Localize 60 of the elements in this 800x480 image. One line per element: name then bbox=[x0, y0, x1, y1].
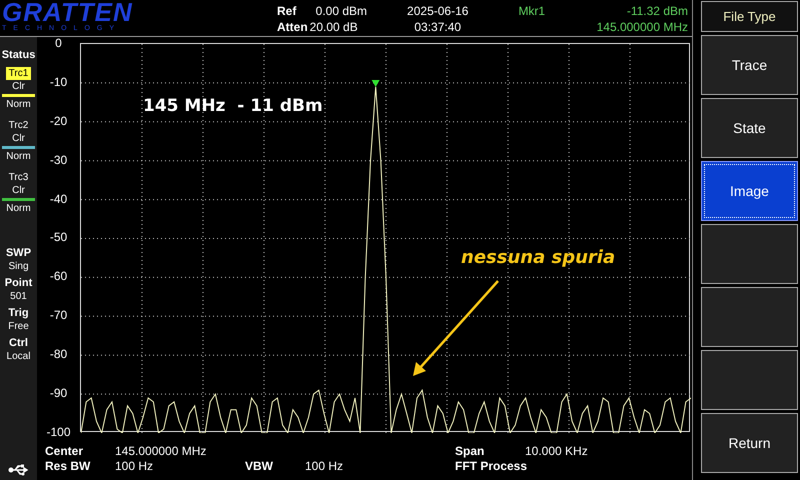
y-axis-label: -60 bbox=[50, 269, 68, 284]
ref-value: 0.00 dBm bbox=[316, 3, 368, 19]
y-axis-label: -20 bbox=[50, 114, 68, 128]
softkey-button[interactable]: Return bbox=[701, 413, 798, 473]
trace-detector: Norm bbox=[6, 202, 31, 215]
setting-label: Trig bbox=[8, 307, 29, 320]
y-axis-label: -10 bbox=[50, 74, 68, 89]
usb-icon bbox=[8, 464, 30, 476]
y-axis-label: -80 bbox=[50, 347, 68, 362]
blank-softkey[interactable] bbox=[701, 224, 798, 284]
spur-annotation: nessuna spuria bbox=[461, 246, 616, 270]
date-text: 2025-06-16 bbox=[407, 3, 468, 19]
setting-value: Free bbox=[8, 320, 29, 333]
trace-mode: Clr bbox=[12, 132, 25, 145]
atten-value: 20.00 dB bbox=[310, 19, 359, 35]
setting-value: Sing bbox=[8, 260, 28, 273]
y-axis-label: -40 bbox=[50, 192, 68, 206]
process-text: FFT Process bbox=[455, 459, 528, 474]
time-text: 03:37:40 bbox=[414, 19, 462, 35]
softkey-title: File Type bbox=[701, 1, 798, 32]
y-axis-label: 0 bbox=[55, 36, 62, 50]
res-bw-value: 100 Hz bbox=[115, 459, 154, 474]
y-axis-label: -50 bbox=[50, 230, 68, 244]
vbw-label: VBW bbox=[245, 459, 274, 474]
center-label: Center bbox=[45, 444, 84, 459]
vbw-value: 100 Hz bbox=[305, 459, 344, 474]
span-label: Span bbox=[455, 444, 486, 459]
softkey-button[interactable]: Image bbox=[701, 161, 798, 221]
marker-icon bbox=[372, 80, 380, 87]
marker-frequency: 145.000000 MHz bbox=[596, 19, 688, 35]
trace-tab[interactable]: Trc2 bbox=[6, 119, 32, 132]
res-bw-label: Res BW bbox=[45, 459, 92, 474]
blank-softkey[interactable] bbox=[701, 350, 798, 410]
trace-detector: Norm bbox=[6, 98, 31, 111]
softkey-button[interactable]: State bbox=[701, 98, 798, 158]
span-value: 10.000 KHz bbox=[525, 444, 588, 459]
trace-tab[interactable]: Trc3 bbox=[6, 171, 32, 184]
marker-label: Mkr1 bbox=[518, 3, 546, 19]
y-axis-label: -70 bbox=[50, 308, 68, 322]
y-axis-label: -30 bbox=[50, 152, 68, 167]
peak-annotation: 145 MHz - 11 dBm bbox=[143, 95, 323, 118]
trace-mode: Clr bbox=[12, 184, 25, 197]
logo-text: GRATTEN bbox=[2, 0, 134, 24]
setting-value: Local bbox=[6, 350, 30, 363]
setting-label: Ctrl bbox=[9, 337, 28, 350]
setting-label: Point bbox=[4, 277, 32, 290]
trace-tab[interactable]: Trc1 bbox=[6, 67, 32, 80]
trace-mode: Clr bbox=[12, 80, 25, 93]
softkey-button[interactable]: Trace bbox=[701, 35, 798, 95]
ref-label: Ref bbox=[277, 3, 298, 19]
setting-value: 501 bbox=[10, 290, 27, 303]
setting-label: SWP bbox=[6, 247, 32, 260]
marker-amplitude: -11.32 dBm bbox=[626, 3, 688, 19]
atten-label: Atten bbox=[277, 19, 308, 35]
y-axis-label: -100 bbox=[46, 424, 71, 439]
status-title: Status bbox=[2, 49, 36, 62]
center-value: 145.000000 MHz bbox=[115, 444, 208, 459]
blank-softkey[interactable] bbox=[701, 287, 798, 347]
y-axis-label: -90 bbox=[50, 386, 68, 400]
trace-detector: Norm bbox=[6, 150, 31, 163]
